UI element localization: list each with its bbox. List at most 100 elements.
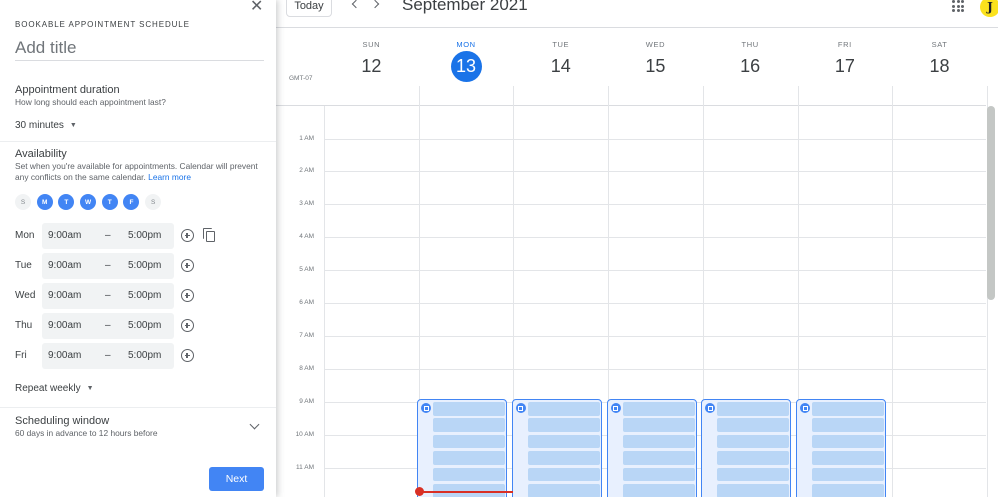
chevron-left-icon[interactable]: [351, 0, 361, 9]
time-range: 9:00am – 5:00pm: [42, 283, 174, 309]
start-time-field[interactable]: 9:00am: [48, 290, 81, 301]
appointment-slot[interactable]: [717, 434, 790, 449]
appointment-slot[interactable]: [622, 484, 695, 497]
day-number[interactable]: 15: [640, 51, 671, 82]
appointment-slot[interactable]: [622, 402, 695, 416]
appointment-slot[interactable]: [622, 434, 695, 449]
time-range: 9:00am – 5:00pm: [42, 223, 174, 249]
start-time-field[interactable]: 9:00am: [48, 230, 81, 241]
day-number[interactable]: 12: [356, 51, 387, 82]
day-label: Tue: [15, 260, 32, 271]
chevron-down-icon[interactable]: [249, 419, 260, 430]
appointment-slot[interactable]: [717, 451, 790, 465]
appointment-slot[interactable]: [433, 434, 506, 449]
appointment-slot[interactable]: [527, 467, 600, 482]
end-time-field[interactable]: 5:00pm: [128, 320, 161, 331]
appointment-schedule-icon: [705, 403, 716, 413]
duration-select[interactable]: 30 minutes ▼: [15, 120, 77, 131]
day-chip[interactable]: S: [15, 194, 31, 210]
hour-gridline: [324, 270, 986, 272]
appointment-slot[interactable]: [717, 402, 790, 416]
appointment-slot[interactable]: [527, 402, 600, 416]
appointment-slot[interactable]: [433, 418, 506, 432]
avatar[interactable]: J: [980, 0, 998, 17]
end-time-field[interactable]: 5:00pm: [128, 260, 161, 271]
appointment-slot[interactable]: [433, 451, 506, 465]
end-time-field[interactable]: 5:00pm: [128, 290, 161, 301]
day-column-header[interactable]: TUE 14: [513, 40, 608, 82]
appointment-block[interactable]: [511, 399, 602, 497]
appointment-schedule-icon: [515, 403, 526, 413]
apps-grid-icon[interactable]: [952, 0, 964, 12]
hour-label: 10 AM: [295, 430, 314, 438]
day-chip[interactable]: F: [123, 194, 140, 210]
close-icon[interactable]: ✕: [250, 0, 263, 16]
day-chip[interactable]: M: [36, 194, 53, 210]
appointment-slot[interactable]: [527, 451, 600, 465]
day-column-header[interactable]: FRI 17: [798, 40, 893, 82]
appointment-slot[interactable]: [812, 467, 884, 482]
day-number[interactable]: 16: [735, 51, 766, 82]
day-label: Fri: [15, 350, 27, 361]
appointment-slot[interactable]: [433, 402, 506, 416]
title-input[interactable]: [15, 36, 264, 61]
end-time-field[interactable]: 5:00pm: [128, 230, 161, 241]
day-chip[interactable]: T: [101, 194, 118, 210]
add-time-icon[interactable]: [181, 349, 194, 362]
day-column-header[interactable]: SUN 12: [324, 40, 419, 82]
appointment-slot[interactable]: [622, 451, 695, 465]
start-time-field[interactable]: 9:00am: [48, 350, 81, 361]
today-button[interactable]: Today: [286, 0, 332, 17]
day-number[interactable]: 17: [829, 51, 860, 82]
hour-gridline: [324, 335, 986, 337]
appointment-slot[interactable]: [622, 418, 695, 432]
day-chip[interactable]: W: [80, 194, 97, 210]
scheduling-window-heading[interactable]: Scheduling window: [15, 415, 109, 427]
appointment-slot[interactable]: [812, 451, 884, 465]
day-number[interactable]: 14: [545, 51, 576, 82]
copy-icon[interactable]: [203, 228, 217, 243]
start-time-field[interactable]: 9:00am: [48, 260, 81, 271]
appointment-slot[interactable]: [717, 484, 790, 497]
appointment-slot[interactable]: [527, 418, 600, 432]
repeat-select[interactable]: Repeat weekly ▼: [15, 383, 94, 394]
day-column-header[interactable]: SAT 18: [892, 40, 987, 82]
day-number[interactable]: 18: [924, 51, 955, 82]
day-of-week: MON: [456, 40, 476, 49]
day-number[interactable]: 13: [450, 51, 482, 82]
chevron-right-icon[interactable]: [370, 0, 380, 9]
scrollbar[interactable]: [987, 106, 995, 300]
add-time-icon[interactable]: [181, 259, 194, 272]
day-gridline: [892, 86, 894, 497]
day-chip[interactable]: S: [145, 194, 162, 210]
add-time-icon[interactable]: [181, 289, 194, 302]
add-time-icon[interactable]: [181, 319, 194, 332]
hour-label: 7 AM: [299, 331, 314, 339]
start-time-field[interactable]: 9:00am: [48, 320, 81, 331]
appointment-slot[interactable]: [812, 402, 884, 416]
end-time-field[interactable]: 5:00pm: [128, 350, 161, 361]
next-button[interactable]: Next: [209, 467, 264, 491]
appointment-block[interactable]: [701, 399, 792, 497]
appointment-block[interactable]: [417, 399, 508, 497]
appointment-block[interactable]: [606, 399, 697, 497]
appointment-slot[interactable]: [527, 484, 600, 497]
day-column-header[interactable]: MON 13: [419, 40, 514, 82]
appointment-slot[interactable]: [527, 434, 600, 449]
appointment-block[interactable]: [796, 399, 886, 497]
add-time-icon[interactable]: [181, 229, 194, 242]
appointment-slot[interactable]: [812, 434, 884, 449]
appointment-slot[interactable]: [812, 484, 884, 497]
caret-down-icon: ▼: [69, 122, 77, 129]
appointment-slot[interactable]: [622, 467, 695, 482]
day-column-header[interactable]: WED 15: [608, 40, 703, 82]
appointment-slot[interactable]: [717, 467, 790, 482]
availability-description: Set when you're available for appointmen…: [15, 161, 267, 183]
appointment-slot[interactable]: [433, 467, 506, 482]
appointment-schedule-panel: BOOKABLE APPOINTMENT SCHEDULE ✕ Appointm…: [0, 0, 276, 497]
appointment-slot[interactable]: [717, 418, 790, 432]
day-chip[interactable]: T: [58, 194, 75, 210]
learn-more-link[interactable]: Learn more: [148, 172, 191, 182]
appointment-slot[interactable]: [812, 418, 884, 432]
day-column-header[interactable]: THU 16: [703, 40, 798, 82]
